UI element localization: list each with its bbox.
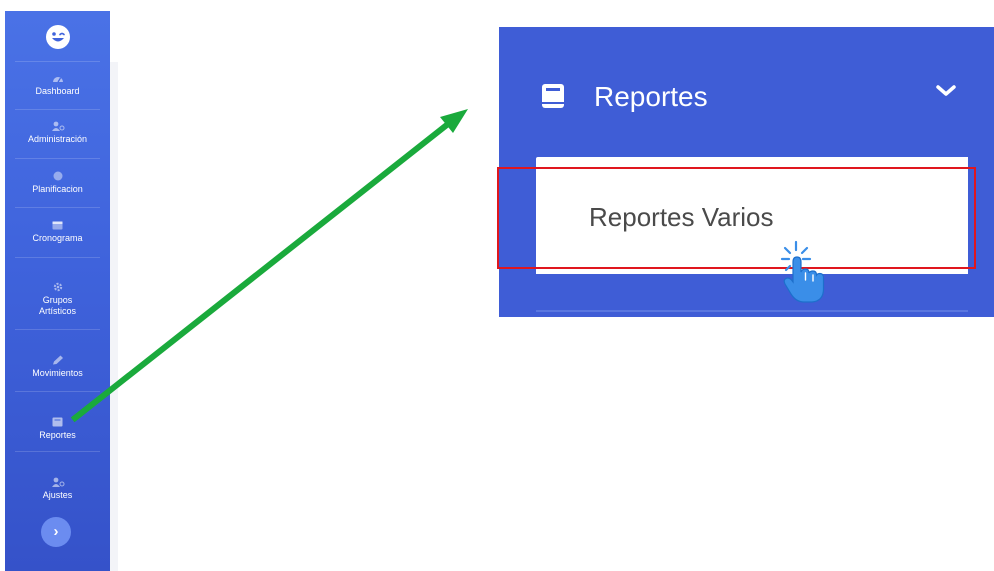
pointer-arrow <box>70 109 468 423</box>
